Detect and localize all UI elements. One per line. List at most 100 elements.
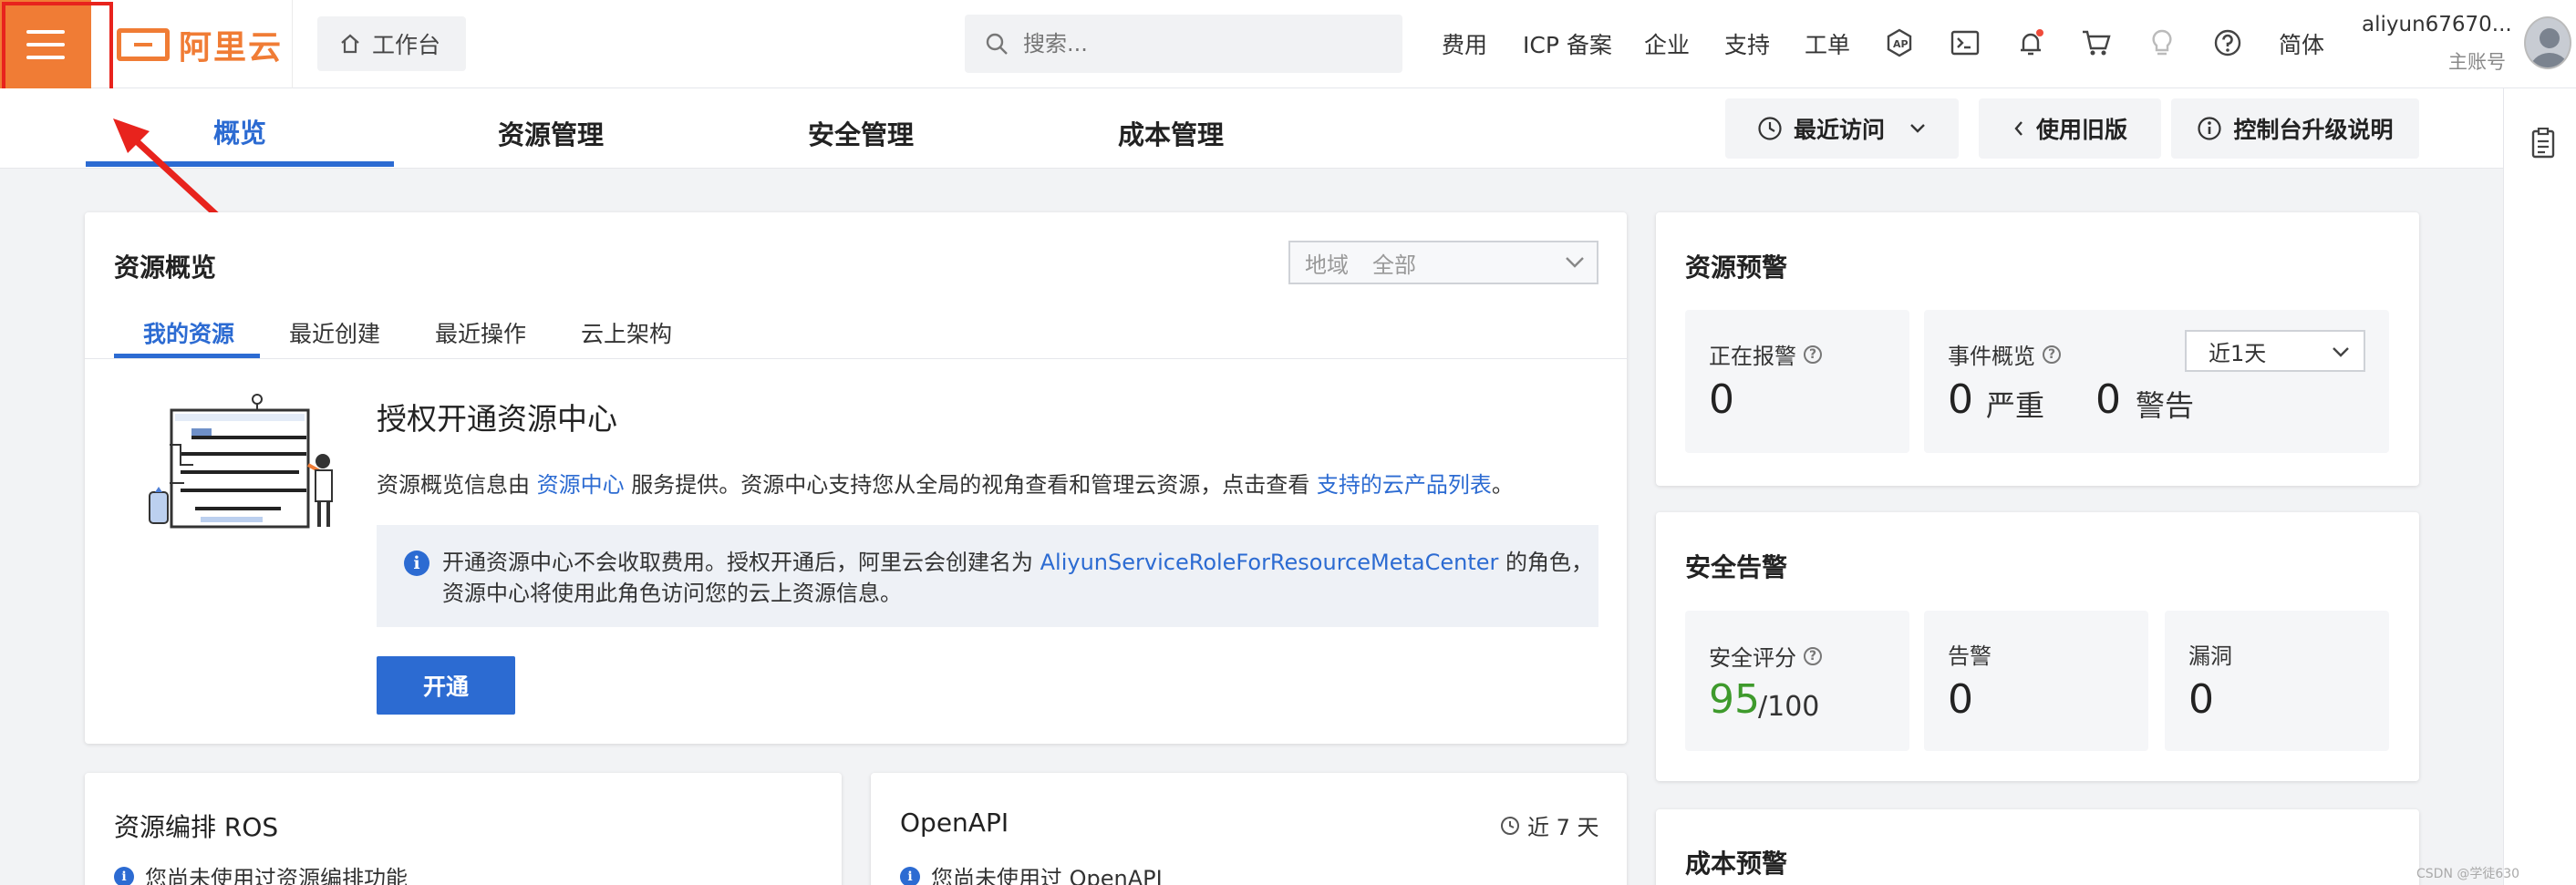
resource-center-illustration-icon	[149, 394, 333, 529]
security-alarms-value: 0	[1948, 676, 1973, 723]
search-box[interactable]	[965, 15, 1402, 73]
logo-text: 阿里云	[179, 29, 284, 67]
active-alarms-value: 0	[1709, 376, 1734, 423]
time-range-select[interactable]: 近1天	[2185, 330, 2365, 372]
api-icon[interactable]: AP	[1884, 27, 1915, 58]
use-old-version-label: 使用旧版	[2035, 117, 2127, 143]
info-notice-box: i 开通资源中心不会收取费用。授权开通后，阿里云会创建名为 AliyunServ…	[377, 525, 1598, 627]
divider	[292, 0, 293, 88]
menu-icon[interactable]	[0, 0, 91, 88]
serious-events-value: 0	[1948, 376, 1973, 423]
resource-center-link[interactable]: 资源中心	[537, 472, 625, 498]
bell-icon[interactable]	[2015, 27, 2046, 58]
ros-notice-text: 您尚未使用过资源编排功能	[145, 866, 408, 885]
upgrade-notes-button[interactable]: 控制台升级说明	[2171, 98, 2419, 159]
nav-enterprise[interactable]: 企业	[1644, 27, 1690, 60]
document-icon[interactable]	[2531, 127, 2555, 162]
resource-overview-title: 资源概览	[114, 252, 217, 283]
question-icon[interactable]: ?	[1804, 345, 1822, 364]
vulnerabilities-value: 0	[2188, 676, 2214, 723]
nav-ticket[interactable]: 工单	[1805, 27, 1850, 60]
openapi-notice-text: 您尚未使用过 OpenAPI	[931, 866, 1163, 885]
info-line-1: 开通资源中心不会收取费用。授权开通后，阿里云会创建名为 AliyunServic…	[442, 547, 1598, 578]
subtab-cloud-architecture[interactable]: 云上架构	[581, 316, 672, 349]
clock-icon	[1758, 117, 1782, 140]
security-score-text: 安全评分	[1709, 645, 1796, 671]
chevron-down-icon	[1910, 124, 1925, 133]
region-label: 地域	[1305, 252, 1349, 278]
info-icon: i	[900, 866, 920, 885]
info-text: 的角色，	[1498, 550, 1594, 575]
terminal-icon[interactable]	[1950, 27, 1981, 58]
clock-icon	[1501, 816, 1519, 835]
user-avatar-icon	[2529, 28, 2570, 67]
home-icon	[341, 34, 359, 54]
nav-support[interactable]: 支持	[1724, 27, 1770, 60]
divider	[85, 358, 1628, 359]
cost-alert-title: 成本预警	[1685, 849, 1788, 879]
ros-card-title: 资源编排 ROS	[114, 812, 279, 842]
supported-products-link[interactable]: 支持的云产品列表	[1317, 472, 1492, 498]
openapi-range[interactable]: 近 7 天	[1500, 809, 1599, 841]
top-navigation-bar: 阿里云 工作台 费用 ICP 备案 企业 支持 工单 AP 简体 aliyun6…	[0, 0, 2576, 88]
activate-button[interactable]: 开通	[377, 656, 515, 715]
subtab-recent-operations[interactable]: 最近操作	[435, 316, 526, 349]
security-alert-title: 安全告警	[1685, 552, 1788, 582]
use-old-version-button[interactable]: 使用旧版	[1979, 98, 2161, 159]
region-select[interactable]: 地域 全部	[1288, 241, 1598, 284]
menu-line	[26, 29, 65, 34]
nav-icp[interactable]: ICP 备案	[1523, 27, 1612, 60]
search-icon	[986, 33, 1008, 55]
security-score-label: 安全评分?	[1709, 640, 1822, 672]
workbench-label: 工作台	[372, 32, 441, 58]
recent-visits-button[interactable]: 最近访问	[1725, 98, 1959, 159]
chevron-down-icon	[2333, 347, 2349, 357]
nav-fees[interactable]: 费用	[1442, 27, 1487, 60]
active-alarms-text: 正在报警	[1709, 344, 1796, 369]
aliyun-logo-icon	[117, 28, 170, 61]
tab-cost-management[interactable]: 成本管理	[1118, 114, 1224, 152]
help-icon[interactable]	[2212, 27, 2243, 58]
language-switch[interactable]: 简体	[2279, 27, 2324, 60]
user-name[interactable]: aliyun67670...	[2362, 13, 2512, 36]
security-alarms-label: 告警	[1948, 643, 1991, 669]
service-role-link[interactable]: AliyunServiceRoleForResourceMetaCenter	[1040, 550, 1499, 575]
info-icon: i	[114, 866, 134, 885]
info-text: 开通资源中心不会收取费用。授权开通后，阿里云会创建名为	[442, 550, 1040, 575]
tab-security-management[interactable]: 安全管理	[808, 114, 914, 152]
info-circle-icon	[2198, 117, 2222, 140]
openapi-notice: i 您尚未使用过 OpenAPI	[900, 860, 1163, 885]
workbench-button[interactable]: 工作台	[317, 16, 466, 71]
active-alarms-label: 正在报警?	[1709, 338, 1822, 370]
watermark: CSDN @学徒630	[2416, 867, 2520, 881]
info-line-2: 资源中心将使用此角色访问您的云上资源信息。	[442, 581, 902, 606]
security-score-value: 95	[1709, 676, 1760, 723]
question-icon[interactable]: ?	[1804, 646, 1822, 665]
region-value: 全部	[1372, 252, 1416, 278]
question-icon[interactable]: ?	[2043, 345, 2061, 364]
resource-center-description: 资源概览信息由 资源中心 服务提供。资源中心支持您从全局的视角查看和管理云资源，…	[377, 467, 1514, 499]
avatar[interactable]	[2524, 16, 2571, 69]
subtab-my-resources[interactable]: 我的资源	[143, 316, 234, 349]
ros-notice: i 您尚未使用过资源编排功能	[114, 860, 408, 885]
right-sidebar	[2503, 88, 2576, 885]
tab-resource-management[interactable]: 资源管理	[498, 114, 604, 152]
desc-text: 服务提供。资源中心支持您从全局的视角查看和管理云资源，点击查看	[624, 472, 1317, 498]
subtab-recently-created[interactable]: 最近创建	[289, 316, 380, 349]
menu-line	[26, 55, 65, 59]
warning-events-value: 0	[2095, 376, 2121, 423]
aliyun-logo[interactable]: 阿里云	[117, 22, 283, 67]
svg-text:AP: AP	[1893, 38, 1909, 50]
account-type: 主账号	[2448, 51, 2506, 73]
openapi-range-text: 近 7 天	[1527, 815, 1599, 840]
menu-line	[26, 42, 65, 46]
resource-center-heading: 授权开通资源中心	[377, 401, 617, 437]
upgrade-notes-label: 控制台升级说明	[2233, 117, 2394, 143]
chevron-down-icon	[1566, 257, 1584, 268]
cart-icon[interactable]	[2081, 27, 2112, 58]
info-icon: i	[404, 551, 429, 576]
openapi-card-title: OpenAPI	[900, 808, 1009, 838]
bulb-icon[interactable]	[2147, 27, 2178, 58]
search-input[interactable]	[1023, 31, 1370, 57]
warning-events-label: 警告	[2136, 388, 2195, 423]
